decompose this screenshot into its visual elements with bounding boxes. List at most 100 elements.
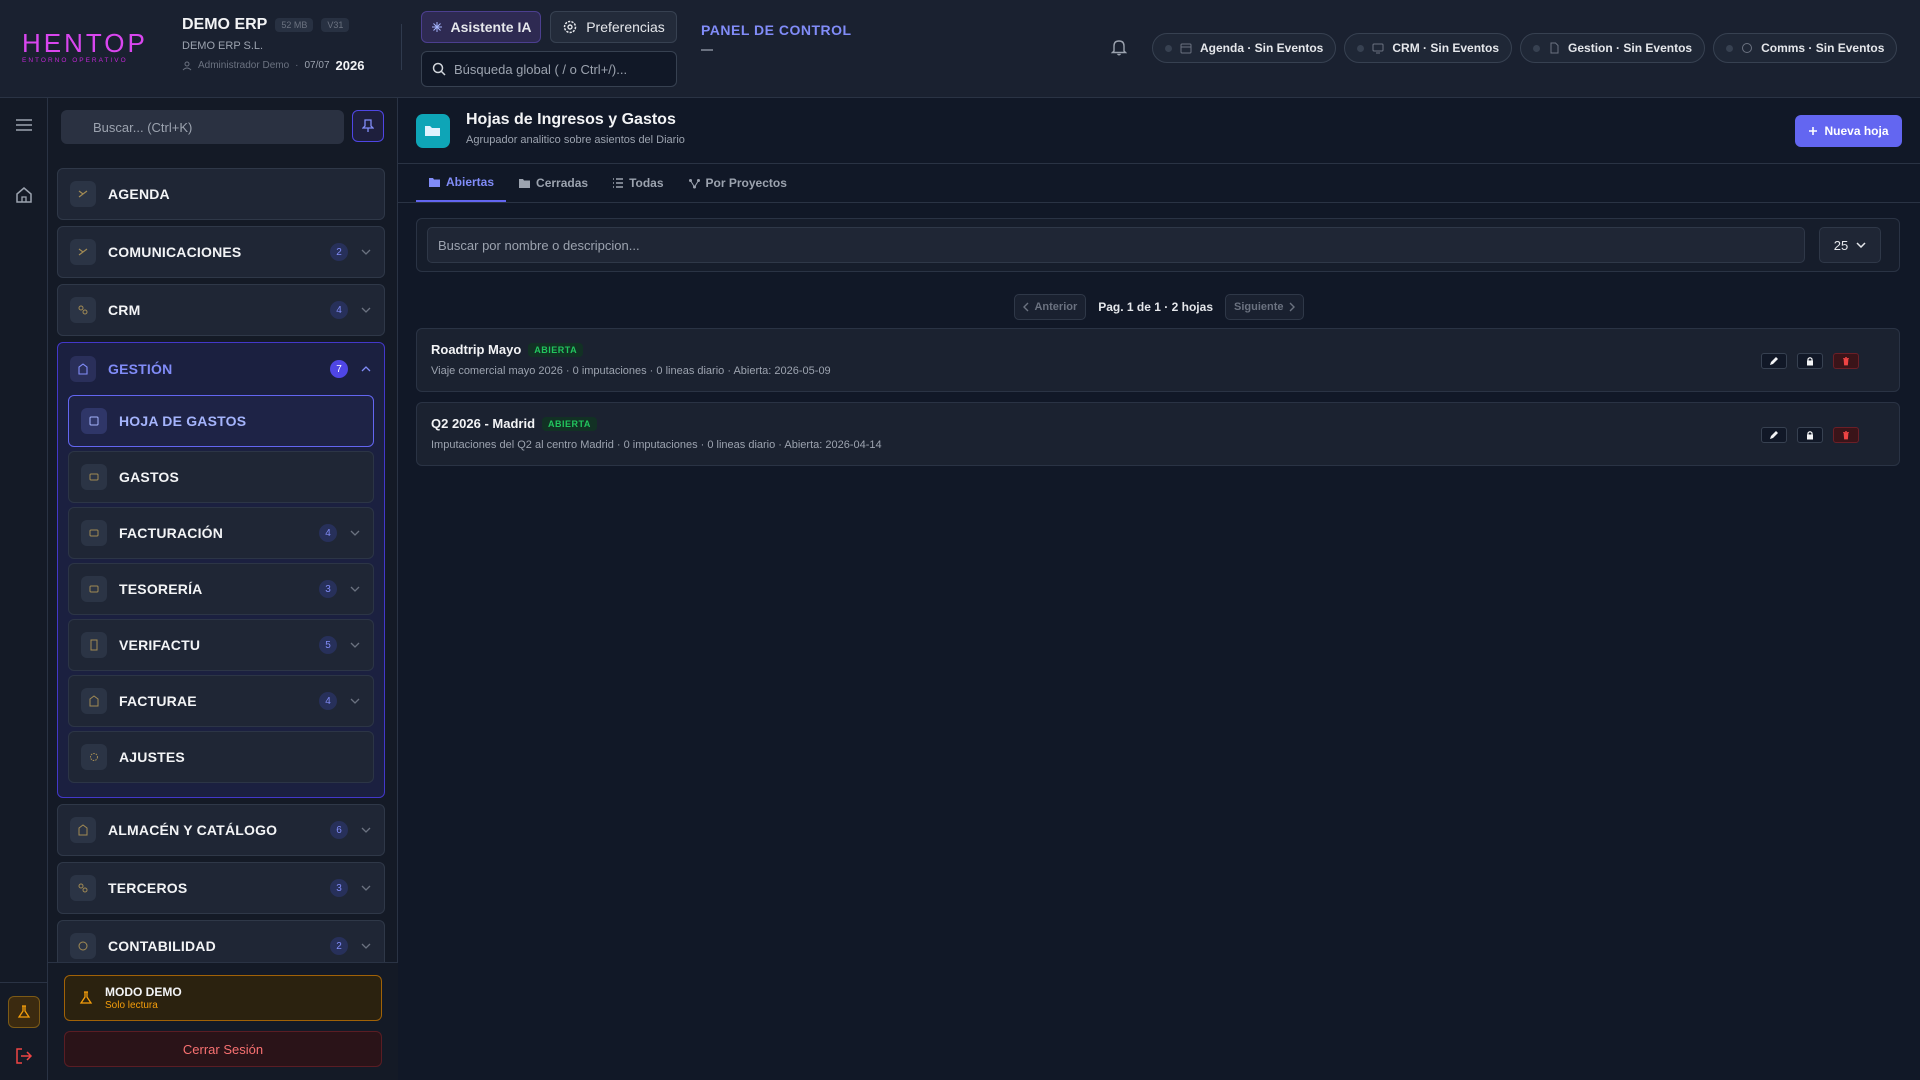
sidebar-footer: MODO DEMO Solo lectura Cerrar Sesión — [48, 962, 398, 1080]
demo-mode-banner[interactable]: MODO DEMO Solo lectura — [64, 975, 382, 1021]
per-page-select[interactable]: 25 — [1819, 227, 1881, 263]
global-search[interactable] — [421, 51, 677, 87]
folder-open-icon — [429, 177, 440, 187]
sidebar-item-gastos[interactable]: GASTOS — [68, 451, 374, 503]
sidebar-item-facturae[interactable]: FACTURAE 4 — [68, 675, 374, 727]
status-pill-gestion[interactable]: Gestion · Sin Eventos — [1520, 33, 1706, 63]
user-line: Administrador Demo · 07/07 2026 — [182, 58, 402, 73]
home-icon[interactable] — [11, 182, 37, 208]
count-badge: 3 — [330, 879, 348, 897]
lock-button[interactable] — [1797, 353, 1823, 369]
lock-button[interactable] — [1797, 427, 1823, 443]
edit-button[interactable] — [1761, 427, 1787, 443]
delete-button[interactable] — [1833, 427, 1859, 443]
chevron-down-icon — [360, 304, 372, 316]
sidebar-item-terceros[interactable]: TERCEROS 3 — [57, 862, 385, 914]
sheet-search-input[interactable] — [438, 237, 1438, 253]
ai-assistant-label: Asistente IA — [450, 19, 532, 35]
monitor-icon — [1372, 43, 1384, 54]
delete-button[interactable] — [1833, 353, 1859, 369]
sheet-meta: Imputaciones del Q2 al centro Madrid · 0… — [431, 439, 882, 451]
tab-todas[interactable]: Todas — [600, 164, 675, 202]
chevron-down-icon — [349, 639, 361, 651]
list-icon — [613, 178, 624, 188]
tab-abiertas[interactable]: Abiertas — [416, 164, 507, 202]
status-pill-comms[interactable]: Comms · Sin Eventos — [1713, 33, 1898, 63]
sidebar-item-tesoreria[interactable]: TESORERÍA 3 — [68, 563, 374, 615]
sheet-list: Roadtrip Mayo ABIERTA Viaje comercial ma… — [416, 328, 1900, 476]
hamburger-menu-icon[interactable] — [11, 112, 37, 138]
sidebar-item-gestion[interactable]: GESTIÓN 7 — [58, 343, 384, 395]
sidebar-item-almacen[interactable]: ALMACÉN Y CATÁLOGO 6 — [57, 804, 385, 856]
list-item[interactable]: Roadtrip Mayo ABIERTA Viaje comercial ma… — [416, 328, 1900, 392]
tabs-divider — [398, 202, 1920, 203]
prev-page-button[interactable]: Anterior — [1014, 294, 1087, 320]
logout-button[interactable]: Cerrar Sesión — [64, 1031, 382, 1067]
sidebar-item-comunicaciones[interactable]: COMUNICACIONES 2 — [57, 226, 385, 278]
flask-icon — [79, 991, 93, 1004]
chevron-down-icon — [360, 246, 372, 258]
status-badge: ABIERTA — [542, 416, 597, 431]
sheet-count: 2 hojas — [1171, 300, 1213, 314]
pencil-icon — [1770, 357, 1778, 365]
user-name: Administrador Demo — [198, 60, 290, 71]
company-name: DEMO ERP S.L. — [182, 40, 264, 52]
ai-assistant-button[interactable]: Asistente IA — [421, 11, 541, 43]
status-pill-crm[interactable]: CRM · Sin Eventos — [1344, 33, 1513, 63]
app-logo[interactable]: HENTOP ENTORNO OPERATIVO — [22, 30, 145, 64]
sidebar-menu: AGENDA COMUNICACIONES 2 CRM 4 GESTIÓN 7 … — [57, 168, 385, 978]
preferences-button[interactable]: Preferencias — [550, 11, 677, 43]
trash-icon — [1843, 357, 1849, 366]
chevron-up-icon — [360, 363, 372, 375]
logout-icon[interactable] — [11, 1043, 37, 1069]
demo-mode-icon[interactable] — [8, 996, 40, 1028]
page-title: Hojas de Ingresos y Gastos — [466, 111, 676, 128]
pin-icon — [362, 119, 374, 132]
list-item[interactable]: Q2 2026 - Madrid ABIERTA Imputaciones de… — [416, 402, 1900, 466]
project-tree-icon — [688, 178, 700, 188]
current-year: 2026 — [335, 58, 365, 73]
sparkle-icon — [431, 22, 442, 32]
chevron-left-icon — [1023, 302, 1029, 312]
sidebar-item-crm[interactable]: CRM 4 — [57, 284, 385, 336]
trash-icon — [1843, 431, 1849, 440]
sidebar-item-agenda[interactable]: AGENDA — [57, 168, 385, 220]
chevron-down-icon — [349, 583, 361, 595]
verify-icon — [81, 632, 107, 658]
sidebar-item-facturacion[interactable]: FACTURACIÓN 4 — [68, 507, 374, 559]
e-invoice-icon — [81, 688, 107, 714]
pin-button[interactable] — [352, 110, 384, 142]
current-date: 07/07 — [304, 60, 330, 71]
count-badge: 4 — [319, 524, 337, 542]
sheet-search[interactable] — [427, 227, 1805, 263]
left-rail — [0, 98, 48, 1080]
global-search-input[interactable] — [454, 61, 664, 77]
lock-icon — [1807, 357, 1813, 366]
sidebar-search[interactable] — [61, 110, 344, 144]
sheet-name: Roadtrip Mayo — [431, 342, 522, 357]
sidebar-item-hoja-de-gastos[interactable]: HOJA DE GASTOS — [68, 395, 374, 447]
next-page-button[interactable]: Siguiente — [1225, 294, 1304, 320]
user-icon — [182, 61, 192, 70]
count-badge: 4 — [330, 301, 348, 319]
chevron-down-icon — [349, 527, 361, 539]
count-badge: 7 — [330, 360, 348, 378]
chevron-down-icon — [360, 882, 372, 894]
divider — [401, 24, 402, 70]
panel-title[interactable]: PANEL DE CONTROL — [701, 22, 852, 38]
treasury-icon — [81, 576, 107, 602]
sidebar-item-ajustes[interactable]: AJUSTES — [68, 731, 374, 783]
sidebar-search-input[interactable] — [93, 119, 333, 135]
new-sheet-button[interactable]: Nueva hoja — [1795, 115, 1902, 147]
row-actions — [1761, 427, 1859, 443]
sidebar-item-verifactu[interactable]: VERIFACTU 5 — [68, 619, 374, 671]
chevron-right-icon — [1289, 302, 1295, 312]
bell-icon[interactable] — [1110, 38, 1131, 58]
status-pill-agenda[interactable]: Agenda · Sin Eventos — [1152, 33, 1337, 63]
agenda-icon — [70, 181, 96, 207]
tab-cerradas[interactable]: Cerradas — [506, 164, 600, 202]
edit-button[interactable] — [1761, 353, 1787, 369]
status-pills: Agenda · Sin Eventos CRM · Sin Eventos G… — [1152, 33, 1898, 63]
tab-bar: Abiertas Cerradas Todas Por Proyectos — [416, 164, 799, 202]
tab-por-proyectos[interactable]: Por Proyectos — [676, 164, 799, 202]
